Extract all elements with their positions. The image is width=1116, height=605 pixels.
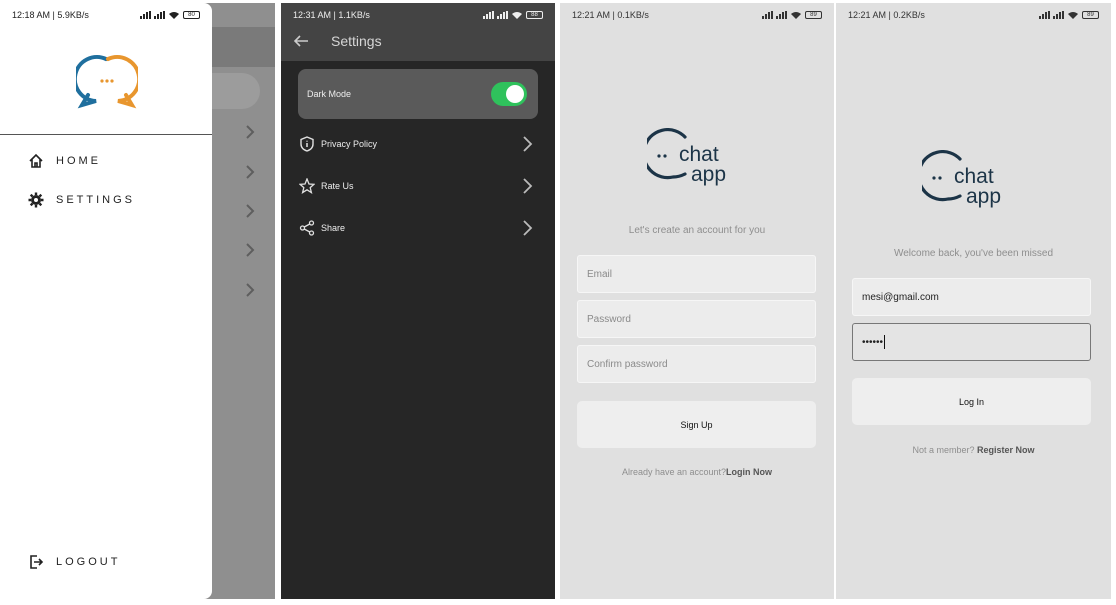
text-cursor xyxy=(884,335,886,349)
signal-icon xyxy=(762,11,773,19)
drawer-item-home[interactable]: HOME xyxy=(28,153,101,169)
drawer-item-settings[interactable]: SETTINGS xyxy=(28,192,135,208)
chevron-right-icon xyxy=(523,220,533,236)
status-bar: 12:21 AM | 0.2KB/s 89 xyxy=(836,3,1111,27)
email-field[interactable]: Email xyxy=(577,255,816,293)
home-icon xyxy=(29,153,43,168)
register-now-link[interactable]: Register Now xyxy=(977,445,1035,455)
logo-word-app: app xyxy=(966,185,1001,208)
chevron-right-icon xyxy=(246,165,255,179)
status-time: 12:18 AM xyxy=(12,10,51,20)
settings-screen: 12:31 AM | 1.1KB/s 88 Settings Dark Mode… xyxy=(281,3,555,599)
register-prompt-text: Not a member? xyxy=(912,445,975,455)
sign-up-button[interactable]: Sign Up xyxy=(577,401,816,448)
login-subtitle: Welcome back, you've been missed xyxy=(893,248,1054,259)
battery-icon: 80 xyxy=(183,11,200,19)
status-time: 12:21 AM xyxy=(572,10,611,20)
gear-icon xyxy=(28,192,44,208)
page-title: Settings xyxy=(331,33,382,49)
password-value: •••••• xyxy=(862,336,884,348)
star-icon xyxy=(299,178,315,194)
dimmed-app-bar xyxy=(212,27,275,67)
chevron-right-icon xyxy=(523,178,533,194)
email-value: mesi@gmail.com xyxy=(862,291,939,303)
password-field[interactable]: •••••• xyxy=(852,323,1091,361)
chevron-right-icon xyxy=(246,243,255,257)
drawer-screen: 12:18 AM | 5.9KB/s 80 HOME SETTINGS LOGO… xyxy=(0,3,275,599)
email-placeholder: Email xyxy=(587,268,613,280)
signal-icon xyxy=(140,11,151,19)
dark-mode-toggle[interactable] xyxy=(491,82,527,106)
register-prompt: Not a member? Register Now xyxy=(836,445,1111,455)
signal-icon xyxy=(1053,11,1064,19)
log-in-button[interactable]: Log In xyxy=(852,378,1091,425)
wifi-icon xyxy=(1068,11,1078,19)
drawer-item-label: SETTINGS xyxy=(56,194,136,206)
signal-icon xyxy=(1039,11,1050,19)
navigation-drawer: 12:18 AM | 5.9KB/s 80 HOME SETTINGS LOGO… xyxy=(0,3,212,599)
status-bar: 12:21 AM | 0.1KB/s 89 xyxy=(560,3,834,27)
battery-icon: 89 xyxy=(805,11,822,19)
app-logo xyxy=(76,55,138,109)
drawer-divider xyxy=(0,134,212,135)
wifi-icon xyxy=(512,11,522,19)
chatapp-logo: chat app xyxy=(647,128,726,186)
dark-mode-card: Dark Mode xyxy=(298,69,538,119)
signal-icon xyxy=(497,11,508,19)
status-bar: 12:31 AM | 1.1KB/s 88 xyxy=(281,3,555,27)
login-prompt: Already have an account?Login Now xyxy=(560,467,834,477)
status-speed: 0.2KB/s xyxy=(893,10,925,20)
log-in-button-label: Log In xyxy=(958,396,985,407)
battery-icon: 88 xyxy=(526,11,543,19)
app-bar: 12:31 AM | 1.1KB/s 88 Settings xyxy=(281,3,555,61)
drawer-item-label: LOGOUT xyxy=(56,556,121,568)
settings-item-label: Privacy Policy xyxy=(321,139,378,149)
share-icon xyxy=(299,220,315,236)
drawer-item-label: HOME xyxy=(56,155,101,167)
password-field[interactable]: Password xyxy=(577,300,816,338)
drawer-item-logout[interactable]: LOGOUT xyxy=(28,554,120,570)
settings-item-label: Rate Us xyxy=(321,181,354,191)
status-bar: 12:18 AM | 5.9KB/s 80 xyxy=(0,3,212,27)
status-speed: 5.9KB/s xyxy=(57,10,89,20)
toggle-knob xyxy=(506,85,524,103)
settings-item-privacy-policy[interactable]: Privacy Policy xyxy=(299,133,535,155)
signal-icon xyxy=(483,11,494,19)
chevron-right-icon xyxy=(523,136,533,152)
logout-icon xyxy=(30,555,44,569)
email-field[interactable]: mesi@gmail.com xyxy=(852,278,1091,316)
login-now-link[interactable]: Login Now xyxy=(726,467,772,477)
wifi-icon xyxy=(791,11,801,19)
signal-icon xyxy=(776,11,787,19)
chatapp-logo: chat app xyxy=(922,150,1001,208)
status-time: 12:31 AM xyxy=(293,10,332,20)
signup-screen: 12:21 AM | 0.1KB/s 89 chat app Let's cre… xyxy=(560,3,834,599)
signal-icon xyxy=(154,11,165,19)
sign-up-button-label: Sign Up xyxy=(680,419,713,430)
wifi-icon xyxy=(169,11,179,19)
chevron-right-icon xyxy=(246,125,255,139)
status-time: 12:21 AM xyxy=(848,10,887,20)
confirm-password-field[interactable]: Confirm password xyxy=(577,345,816,383)
status-speed: 0.1KB/s xyxy=(617,10,649,20)
password-placeholder: Password xyxy=(587,313,631,325)
chevron-right-icon xyxy=(246,283,255,297)
login-screen: 12:21 AM | 0.2KB/s 89 chat app Welcome b… xyxy=(836,3,1111,599)
settings-item-label: Share xyxy=(321,223,346,233)
dark-mode-label: Dark Mode xyxy=(307,89,352,99)
login-prompt-text: Already have an account? xyxy=(621,467,727,477)
back-arrow-icon[interactable] xyxy=(293,33,309,49)
signup-subtitle: Let's create an account for you xyxy=(628,225,766,236)
logo-word-app: app xyxy=(691,163,726,186)
battery-icon: 89 xyxy=(1082,11,1099,19)
settings-item-share[interactable]: Share xyxy=(299,217,535,239)
status-speed: 1.1KB/s xyxy=(338,10,370,20)
shield-icon xyxy=(300,136,314,152)
settings-item-rate-us[interactable]: Rate Us xyxy=(299,175,535,197)
confirm-password-placeholder: Confirm password xyxy=(587,358,668,370)
chevron-right-icon xyxy=(246,204,255,218)
